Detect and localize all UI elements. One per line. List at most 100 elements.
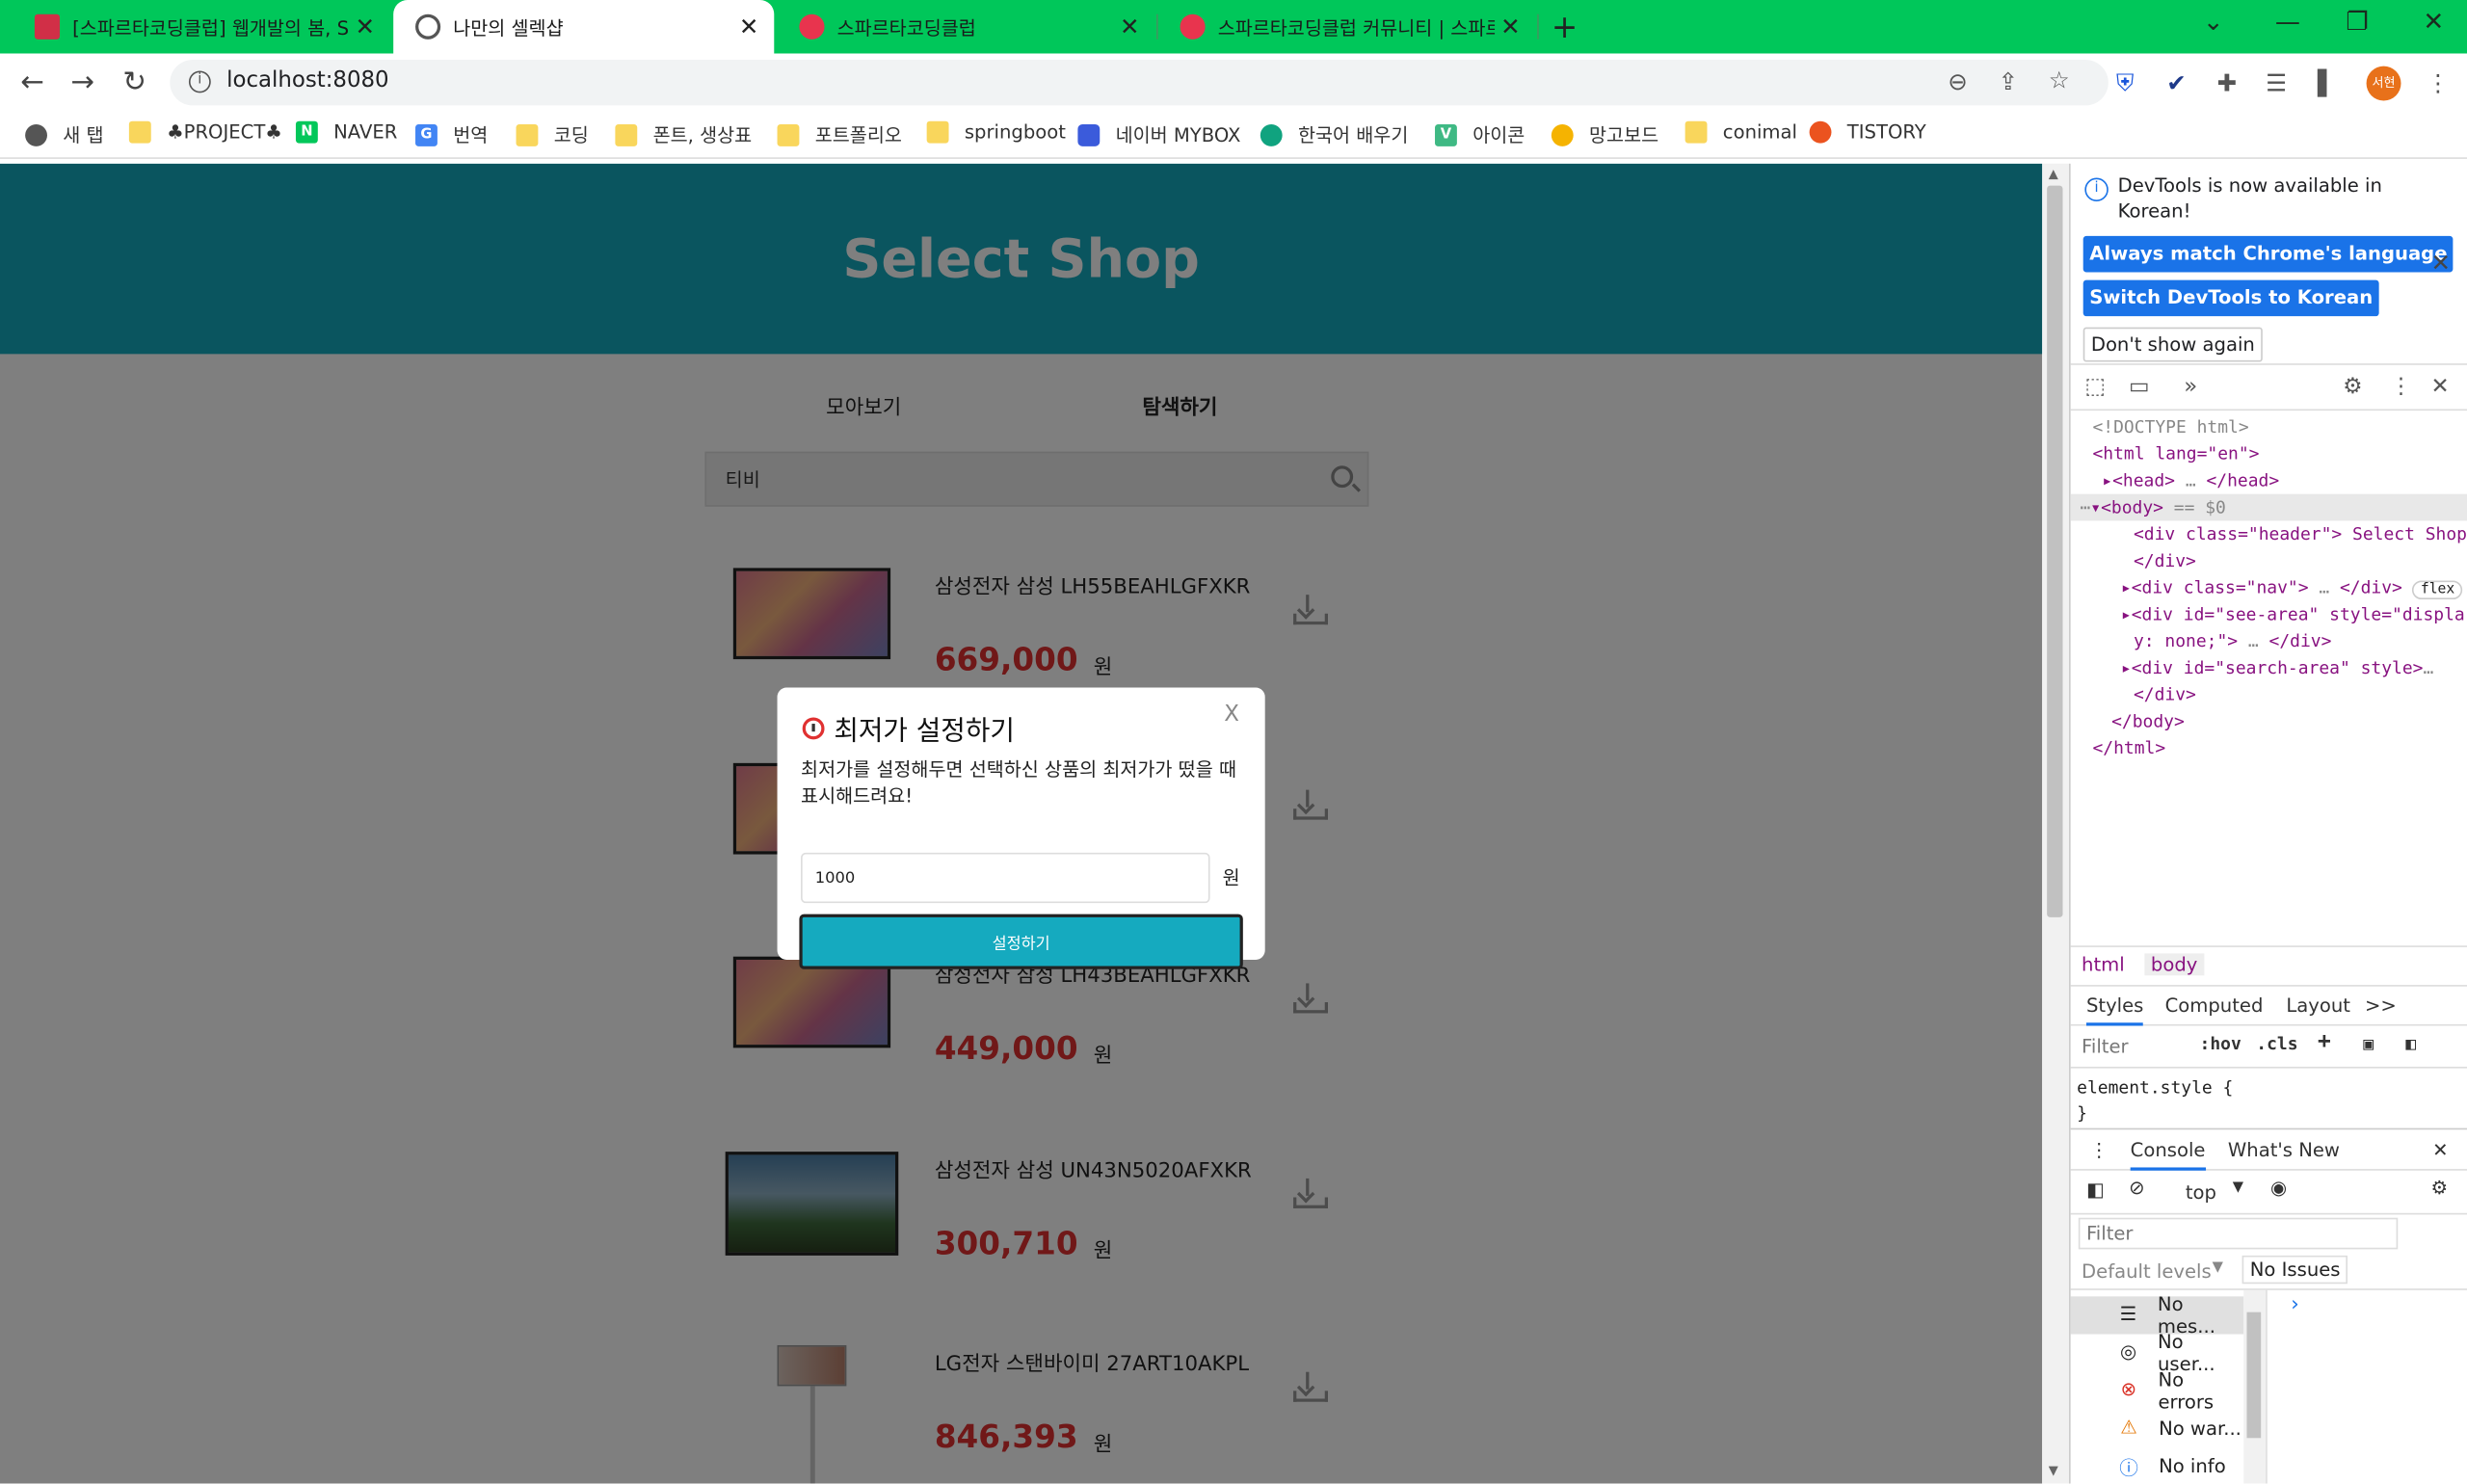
puzzle-extensions-icon[interactable]: ✚	[2216, 69, 2237, 97]
bookmark-portfolio[interactable]: 포트폴리오	[777, 121, 902, 148]
close-devtools-icon[interactable]: ✕	[2431, 375, 2450, 400]
scroll-down-arrow-icon[interactable]: ▼	[2049, 1463, 2058, 1477]
address-bar[interactable]: i localhost:8080 ⊖ ⇪ ☆	[170, 60, 2109, 106]
dom-line-selected[interactable]: ⋯▾<body> == $0	[2070, 493, 2467, 521]
close-drawer-icon[interactable]: ✕	[2432, 1139, 2448, 1161]
default-levels-dropdown[interactable]: Default levels	[2082, 1260, 2212, 1283]
bookmark-conimal[interactable]: conimal	[1684, 120, 1797, 144]
back-arrow-icon[interactable]: ←	[20, 66, 44, 99]
sidebar-toggle-icon[interactable]: ◧	[2405, 1034, 2416, 1054]
crumb-body[interactable]: body	[2144, 953, 2204, 976]
close-tab-icon[interactable]: ✕	[733, 13, 765, 40]
modal-close-button[interactable]: X	[1224, 702, 1239, 727]
issues-button[interactable]: No Issues	[2242, 1255, 2348, 1285]
maximize-icon[interactable]: ❐	[2346, 7, 2368, 37]
url-text[interactable]: localhost:8080	[226, 67, 388, 93]
bookmark-project[interactable]: ♣PROJECT♣	[128, 120, 282, 144]
bookmark-new-tab[interactable]: 새 탭	[25, 121, 104, 148]
dom-line[interactable]: ▸<div id="search-area" style>…	[2121, 654, 2433, 681]
settings-gear-icon[interactable]: ⚙	[2343, 375, 2363, 400]
tab-search-chevron-icon[interactable]: ⌄	[2203, 7, 2224, 37]
tab-console[interactable]: Console	[2130, 1139, 2206, 1171]
kebab-menu-icon[interactable]: ⋮	[2427, 69, 2450, 97]
cls-toggle[interactable]: .cls	[2256, 1034, 2297, 1054]
console-filter-user[interactable]: ◎ No user...	[2071, 1331, 2244, 1375]
more-style-tabs[interactable]: >>	[2365, 994, 2397, 1017]
close-window-icon[interactable]: ✕	[2423, 7, 2444, 37]
tab-spartan-lecture[interactable]: [스파르타코딩클럽] 웹개발의 봄, Sp ✕	[13, 0, 390, 54]
dom-line[interactable]: <div class="header"> Select Shop	[2134, 520, 2467, 547]
console-sidebar-icon[interactable]: ◧	[2086, 1179, 2105, 1201]
bookmark-mangoboard[interactable]: 망고보드	[1551, 121, 1658, 148]
price-input[interactable]	[801, 852, 1210, 904]
dont-show-button[interactable]: Don't show again	[2082, 327, 2264, 362]
element-style-selector[interactable]: element.style {	[2077, 1077, 2233, 1098]
forward-arrow-icon[interactable]: →	[70, 66, 94, 99]
close-tab-icon[interactable]: ✕	[1495, 13, 1526, 40]
profile-avatar[interactable]: 서현	[2366, 66, 2401, 101]
site-info-icon[interactable]: i	[188, 70, 211, 93]
console-settings-icon[interactable]: ⚙	[2431, 1177, 2449, 1199]
styles-filter-input[interactable]: Filter	[2082, 1035, 2129, 1057]
bookmark-translate[interactable]: G 번역	[415, 121, 488, 148]
tab-layout[interactable]: Layout	[2286, 994, 2350, 1017]
flex-badge[interactable]: flex	[2412, 580, 2463, 600]
clear-console-icon[interactable]: ⊘	[2129, 1177, 2144, 1199]
console-sidebar-scrollbar[interactable]	[2243, 1289, 2267, 1484]
hov-toggle[interactable]: :hov	[2200, 1034, 2242, 1054]
console-filter-errors[interactable]: ⊗ No errors	[2071, 1368, 2244, 1413]
tab-spartan-coding[interactable]: 스파르타코딩클럽 ✕	[778, 0, 1155, 54]
device-toggle-icon[interactable]: ▭	[2129, 375, 2150, 400]
eye-icon[interactable]: ◉	[2270, 1177, 2287, 1199]
dom-line[interactable]: <html lang="en">	[2092, 440, 2259, 467]
bookmark-springboot[interactable]: springboot	[926, 120, 1066, 144]
close-notice-icon[interactable]: ✕	[2431, 249, 2452, 277]
new-tab-icon[interactable]: +	[1552, 8, 1578, 45]
scroll-up-arrow-icon[interactable]: ▲	[2049, 167, 2058, 181]
dom-line[interactable]: ▸<div id="see-area" style="displa	[2121, 601, 2465, 628]
crumb-html[interactable]: html	[2076, 953, 2132, 975]
tab-spartan-community[interactable]: 스파르타코딩클럽 커뮤니티 | 스파르 ✕	[1158, 0, 1536, 54]
bookmark-tistory[interactable]: TISTORY	[1809, 120, 1926, 144]
bookmark-korean[interactable]: 한국어 배우기	[1260, 121, 1408, 148]
dom-line[interactable]: </div>	[2134, 681, 2196, 708]
paint-icon[interactable]: ▣	[2363, 1034, 2374, 1054]
close-tab-icon[interactable]: ✕	[349, 13, 381, 40]
bookmark-icons[interactable]: V 아이콘	[1435, 121, 1525, 148]
console-filter-messages[interactable]: ☰ No mes...	[2070, 1293, 2244, 1338]
zoom-icon[interactable]: ⊖	[1948, 67, 1968, 95]
bookmark-naver[interactable]: N NAVER	[295, 120, 397, 144]
reading-list-icon[interactable]: ☰	[2266, 69, 2287, 97]
new-rule-icon[interactable]: +	[2318, 1029, 2331, 1054]
side-panel-icon[interactable]: ▌	[2318, 69, 2336, 97]
switch-korean-button[interactable]: Switch DevTools to Korean	[2082, 279, 2379, 317]
tab-styles[interactable]: Styles	[2085, 994, 2144, 1026]
reload-icon[interactable]: ↻	[122, 66, 146, 99]
tab-computed[interactable]: Computed	[2165, 994, 2264, 1017]
inspect-element-icon[interactable]: ⬚	[2084, 375, 2106, 400]
bookmark-fonts[interactable]: 폰트, 생상표	[615, 121, 752, 148]
console-filter-input[interactable]: Filter	[2078, 1217, 2399, 1250]
more-tabs-icon[interactable]: »	[2184, 375, 2197, 400]
devtools-menu-icon[interactable]: ⋮	[2390, 375, 2412, 400]
bookmark-star-icon[interactable]: ☆	[2049, 66, 2070, 94]
dom-line[interactable]: ▸<div class="nav"> … </div> flex	[2121, 574, 2463, 601]
dom-line[interactable]: </html>	[2092, 734, 2165, 761]
drawer-menu-icon[interactable]: ⋮	[2089, 1139, 2109, 1161]
context-dropdown-icon[interactable]: ▼	[2233, 1180, 2243, 1196]
console-filter-warnings[interactable]: ⚠ No war...	[2071, 1410, 2244, 1447]
share-icon[interactable]: ⇪	[1999, 67, 2019, 95]
tab-whats-new[interactable]: What's New	[2228, 1139, 2340, 1161]
bookmark-coding[interactable]: 코딩	[516, 121, 589, 148]
dom-line[interactable]: </body>	[2111, 708, 2185, 735]
dom-line[interactable]: <!DOCTYPE html>	[2092, 413, 2248, 440]
scroll-thumb[interactable]	[2047, 185, 2063, 917]
console-filter-info[interactable]: ⓘ No info	[2071, 1447, 2244, 1484]
minimize-icon[interactable]: —	[2275, 7, 2300, 37]
check-extension-icon[interactable]: ✔	[2166, 69, 2187, 97]
set-price-button[interactable]: 설정하기	[799, 914, 1243, 969]
shield-extension-icon[interactable]: ⛨	[2116, 69, 2134, 97]
dom-line[interactable]: y: none;"> … </div>	[2134, 627, 2331, 654]
page-scrollbar[interactable]: ▲ ▼	[2042, 163, 2070, 1484]
dom-line[interactable]: ▸<head> … </head>	[2102, 467, 2279, 494]
